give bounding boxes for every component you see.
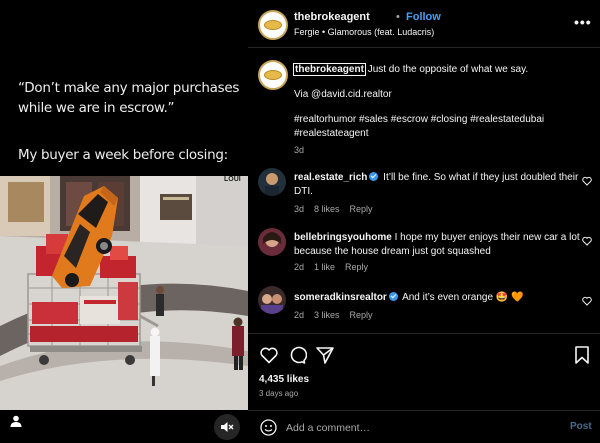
comment-meta: 2d 1 like Reply <box>294 262 378 272</box>
comment-likes[interactable]: 8 likes <box>314 204 340 214</box>
verified-badge-icon <box>388 292 398 301</box>
comment-text: And it’s even orange 🤩 🧡 <box>402 292 524 303</box>
reel-media[interactable]: “Don’t make any major purchases while we… <box>0 0 248 443</box>
post-actions-bar <box>248 333 600 377</box>
like-heart-icon[interactable] <box>259 345 279 365</box>
comment-username[interactable]: real.estate_rich <box>294 172 367 183</box>
caption-age: 3d <box>294 145 305 155</box>
comment-meta: 2d 3 likes Reply <box>294 310 383 320</box>
header-separator: • <box>396 11 400 23</box>
heart-icon[interactable] <box>582 296 592 306</box>
comment-age: 2d <box>294 262 305 272</box>
heart-icon[interactable] <box>582 176 592 186</box>
mall-car-photo: LOUI <box>0 176 248 410</box>
comment-bubble-icon[interactable] <box>287 345 307 365</box>
comment-age: 3d <box>294 204 305 214</box>
comment-likes[interactable]: 1 like <box>314 262 335 272</box>
heart-icon[interactable] <box>582 236 592 246</box>
audio-track-label[interactable]: Fergie • Glamorous (feat. Ludacris) <box>294 27 434 37</box>
post-comment-button[interactable]: Post <box>570 421 592 432</box>
comment-avatar[interactable] <box>258 228 286 256</box>
shopping-cart <box>27 273 159 365</box>
caption-hashtags[interactable]: #realtorhumor #sales #escrow #closing #r… <box>294 113 586 127</box>
overlay-quote-text: “Don’t make any major purchases while we… <box>18 80 240 116</box>
comment-age: 2d <box>294 310 305 320</box>
caption-author-avatar[interactable] <box>258 60 288 90</box>
reply-button[interactable]: Reply <box>350 204 373 214</box>
share-paper-plane-icon[interactable] <box>315 345 335 365</box>
post-panel: thebrokeagent • Follow Fergie • Glamorou… <box>248 0 600 443</box>
comment-body: someradkinsrealtor And it’s even orange … <box>294 291 586 305</box>
caption-hashtags-2[interactable]: #realestateagent <box>294 127 586 141</box>
reply-button[interactable]: Reply <box>345 262 368 272</box>
comment-input[interactable] <box>286 419 526 436</box>
comment-body: bellebringsyouhome I hope my buyer enjoy… <box>294 231 586 259</box>
overlay-buyer-text: My buyer a week before closing: <box>18 147 228 163</box>
comment-meta: 3d 8 likes Reply <box>294 204 383 214</box>
caption-text: Just do the opposite of what we say. <box>367 64 529 75</box>
save-bookmark-icon[interactable] <box>572 345 592 365</box>
post-header: thebrokeagent • Follow Fergie • Glamorou… <box>248 0 600 48</box>
post-timestamp: 3 days ago <box>259 389 299 398</box>
person-tag-icon[interactable] <box>9 414 23 428</box>
caption-first-line: thebrokeagent Just do the opposite of wh… <box>293 63 586 77</box>
store-sign-text: LOUI <box>224 176 241 183</box>
follow-button[interactable]: Follow <box>406 11 441 23</box>
verified-badge-icon <box>369 172 379 181</box>
author-username[interactable]: thebrokeagent <box>294 11 370 23</box>
speaker-muted-icon <box>221 422 234 432</box>
comment-avatar[interactable] <box>258 168 286 196</box>
emoji-icon[interactable] <box>260 419 277 436</box>
comment-body: real.estate_rich It’ll be fine. So what … <box>294 171 586 199</box>
add-comment-bar: Post <box>248 410 600 443</box>
media-controls-bar <box>0 410 248 443</box>
mute-button[interactable] <box>214 414 240 440</box>
reply-button[interactable]: Reply <box>350 310 373 320</box>
caption-via: Via @david.cid.realtor <box>294 89 392 100</box>
comment-likes[interactable]: 3 likes <box>314 310 340 320</box>
comment-username[interactable]: someradkinsrealtor <box>294 292 387 303</box>
author-avatar[interactable] <box>258 10 288 40</box>
comment-avatar[interactable] <box>258 286 286 314</box>
comment-username[interactable]: bellebringsyouhome <box>294 232 392 243</box>
more-options-icon[interactable]: ••• <box>574 14 592 30</box>
caption-username[interactable]: thebrokeagent <box>293 63 366 76</box>
likes-count[interactable]: 4,435 likes <box>259 374 309 385</box>
